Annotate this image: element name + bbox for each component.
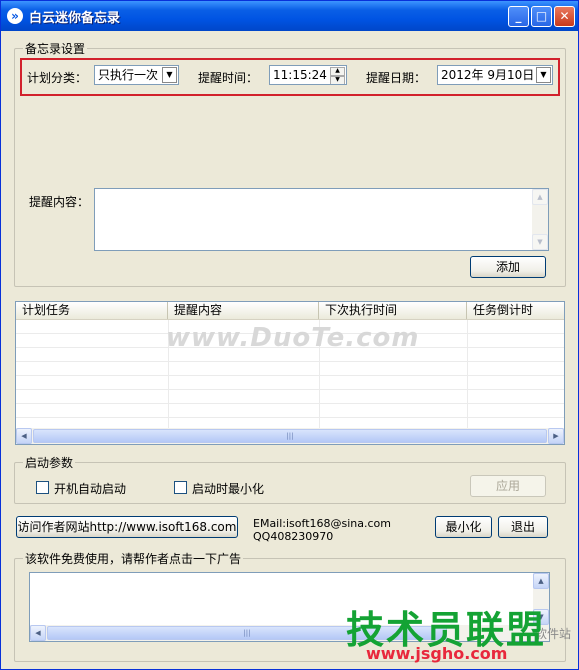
email-text: EMail:isoft168@sina.com <box>253 517 391 530</box>
app-window: » 白云迷你备忘录 _ □ ✕ 备忘录设置 计划分类： 只执行一次 ▼ 提醒时间… <box>0 0 579 670</box>
column-header-task[interactable]: 计划任务 <box>16 302 168 319</box>
memo-settings-legend: 备忘录设置 <box>25 42 86 56</box>
close-window-button[interactable]: ✕ <box>554 6 575 27</box>
exit-button[interactable]: 退出 <box>498 516 548 538</box>
column-header-content[interactable]: 提醒内容 <box>168 302 319 319</box>
scroll-right-icon[interactable]: ▶ <box>548 428 564 444</box>
ad-scroll-left-icon[interactable]: ◀ <box>30 625 46 641</box>
minimize-on-start-label[interactable]: 启动时最小化 <box>192 480 264 497</box>
ad-scroll-up-icon[interactable]: ▲ <box>533 573 549 589</box>
minimize-on-start-checkbox[interactable] <box>174 481 187 494</box>
ad-legend: 该软件免费使用，请帮作者点击一下广告 <box>25 552 242 566</box>
spin-up-icon[interactable]: ▲ <box>330 67 345 76</box>
auto-start-checkbox[interactable] <box>36 481 49 494</box>
spin-down-icon[interactable]: ▼ <box>330 76 345 84</box>
column-divider <box>467 320 468 428</box>
duote-watermark: www.DuoTe.com <box>166 323 420 353</box>
content-text <box>95 189 548 193</box>
remind-time-input[interactable]: 11:15:24 ▲ ▼ <box>269 65 347 85</box>
brand-url: www.jsgho.com <box>366 644 508 663</box>
remind-date-value: 2012年 9月10日 <box>441 68 535 82</box>
app-icon: » <box>7 8 23 24</box>
task-list-header: 计划任务 提醒内容 下次执行时间 任务倒计时 <box>16 302 564 320</box>
minimize-window-button[interactable]: _ <box>508 6 529 27</box>
add-button[interactable]: 添加 <box>470 256 546 278</box>
remind-time-value: 11:15:24 <box>273 68 327 82</box>
scroll-down-icon[interactable]: ▼ <box>532 234 548 250</box>
remind-time-label: 提醒时间： <box>198 71 259 85</box>
window-title: 白云迷你备忘录 <box>29 11 121 26</box>
time-spinner[interactable]: ▲ ▼ <box>330 67 345 84</box>
content-textarea[interactable]: ▲ ▼ <box>94 188 549 251</box>
maximize-icon: □ <box>535 9 548 23</box>
remind-date-picker[interactable]: 2012年 9月10日 ▼ <box>437 65 553 85</box>
startup-params-legend: 启动参数 <box>25 456 74 470</box>
content-label: 提醒内容： <box>29 195 90 209</box>
maximize-window-button[interactable]: □ <box>531 6 552 27</box>
plan-category-label: 计划分类： <box>27 71 88 85</box>
calendar-dropdown-icon[interactable]: ▼ <box>536 67 551 83</box>
column-header-next-run[interactable]: 下次执行时间 <box>319 302 467 319</box>
task-list-hscrollbar[interactable]: ◀ ||| ▶ <box>16 428 564 444</box>
minimize-icon: _ <box>515 9 522 23</box>
auto-start-label[interactable]: 开机自动启动 <box>54 480 126 497</box>
close-icon: ✕ <box>559 9 570 23</box>
content-scrollbar[interactable]: ▲ ▼ <box>532 189 548 250</box>
visit-website-button[interactable]: 访问作者网站http://www.isoft168.com <box>16 516 238 538</box>
apply-button[interactable]: 应用 <box>470 475 546 497</box>
plan-category-select[interactable]: 只执行一次 ▼ <box>94 65 179 85</box>
title-bar[interactable]: » 白云迷你备忘录 _ □ ✕ <box>1 1 578 31</box>
scroll-up-icon[interactable]: ▲ <box>532 189 548 205</box>
plan-category-value: 只执行一次 <box>98 68 159 82</box>
hscroll-thumb[interactable]: ||| <box>33 429 547 443</box>
scroll-left-icon[interactable]: ◀ <box>16 428 32 444</box>
minimize-button[interactable]: 最小化 <box>435 516 492 538</box>
column-header-countdown[interactable]: 任务倒计时 <box>467 302 564 319</box>
chevron-down-icon[interactable]: ▼ <box>162 67 177 83</box>
remind-date-label: 提醒日期： <box>366 71 427 85</box>
qq-text: QQ408230970 <box>253 530 334 543</box>
